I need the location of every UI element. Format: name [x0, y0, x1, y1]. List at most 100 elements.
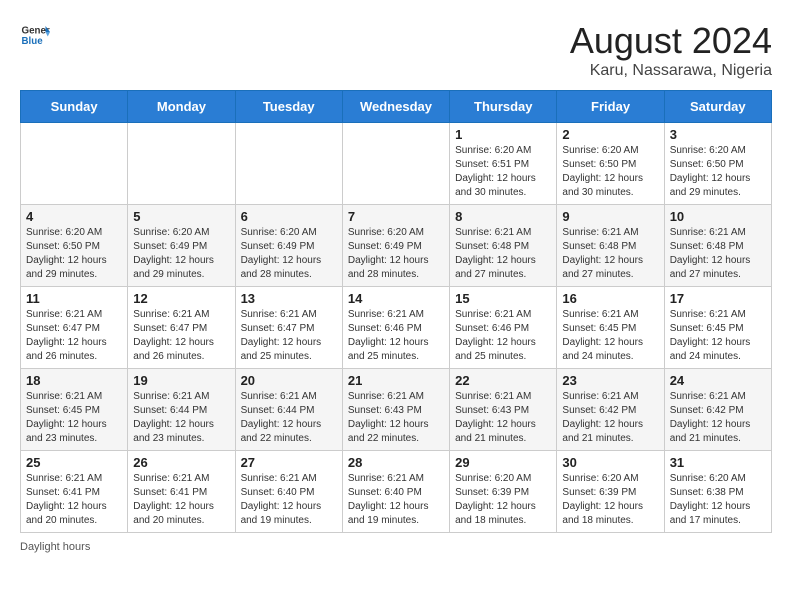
- day-info: Sunrise: 6:21 AM Sunset: 6:43 PM Dayligh…: [348, 390, 444, 446]
- calendar-day-cell: [21, 123, 128, 205]
- calendar-day-cell: 9Sunrise: 6:21 AM Sunset: 6:48 PM Daylig…: [557, 205, 664, 287]
- calendar-day-cell: 31 Sunrise: 6:20 AM Sunset: 6:38 PM Dayli…: [664, 451, 771, 533]
- weekday-header-cell: Friday: [557, 91, 664, 123]
- header: General Blue August 2024 Karu, Nassarawa…: [20, 20, 772, 80]
- footer-note: Daylight hours: [20, 541, 772, 553]
- day-number: 11: [26, 291, 122, 306]
- day-info: Sunrise: 6:21 AM Sunset: 6:47 PM Dayligh…: [241, 308, 337, 364]
- calendar-day-cell: 26 Sunrise: 6:21 AM Sunset: 6:41 PM Dayli…: [128, 451, 235, 533]
- calendar-day-cell: 15 Sunrise: 6:21 AM Sunset: 6:46 PM Dayli…: [450, 287, 557, 369]
- calendar-day-cell: 17 Sunrise: 6:21 AM Sunset: 6:45 PM Dayli…: [664, 287, 771, 369]
- day-info: Sunrise: 6:21 AM Sunset: 6:40 PM Dayligh…: [348, 472, 444, 528]
- day-info: Sunrise: 6:21 AM Sunset: 6:41 PM Dayligh…: [133, 472, 229, 528]
- day-number: 3: [670, 127, 766, 142]
- weekday-header-cell: Thursday: [450, 91, 557, 123]
- calendar-week-row: 4 Sunrise: 6:20 AM Sunset: 6:50 PM Daylig…: [21, 205, 772, 287]
- day-number: 30: [562, 455, 658, 470]
- calendar-day-cell: 8Sunrise: 6:21 AM Sunset: 6:48 PM Daylig…: [450, 205, 557, 287]
- calendar-day-cell: [235, 123, 342, 205]
- day-number: 17: [670, 291, 766, 306]
- day-info: Sunrise: 6:21 AM Sunset: 6:44 PM Dayligh…: [133, 390, 229, 446]
- day-info: Sunrise: 6:21 AM Sunset: 6:45 PM Dayligh…: [562, 308, 658, 364]
- day-number: 28: [348, 455, 444, 470]
- day-number: 18: [26, 373, 122, 388]
- weekday-header: SundayMondayTuesdayWednesdayThursdayFrid…: [21, 91, 772, 123]
- calendar-day-cell: 13Sunrise: 6:21 AM Sunset: 6:47 PM Dayli…: [235, 287, 342, 369]
- calendar-day-cell: 2Sunrise: 6:20 AM Sunset: 6:50 PM Daylig…: [557, 123, 664, 205]
- weekday-header-cell: Wednesday: [342, 91, 449, 123]
- weekday-header-cell: Tuesday: [235, 91, 342, 123]
- day-info: Sunrise: 6:21 AM Sunset: 6:45 PM Dayligh…: [670, 308, 766, 364]
- weekday-header-cell: Saturday: [664, 91, 771, 123]
- day-info: Sunrise: 6:21 AM Sunset: 6:48 PM Dayligh…: [670, 226, 766, 282]
- day-info: Sunrise: 6:20 AM Sunset: 6:50 PM Dayligh…: [562, 144, 658, 200]
- day-number: 5: [133, 209, 229, 224]
- calendar-day-cell: [342, 123, 449, 205]
- day-info: Sunrise: 6:20 AM Sunset: 6:51 PM Dayligh…: [455, 144, 551, 200]
- calendar-day-cell: 1Sunrise: 6:20 AM Sunset: 6:51 PM Daylig…: [450, 123, 557, 205]
- day-number: 7: [348, 209, 444, 224]
- day-number: 14: [348, 291, 444, 306]
- day-info: Sunrise: 6:20 AM Sunset: 6:49 PM Dayligh…: [241, 226, 337, 282]
- day-number: 10: [670, 209, 766, 224]
- day-number: 27: [241, 455, 337, 470]
- title-area: August 2024 Karu, Nassarawa, Nigeria: [570, 20, 772, 80]
- day-number: 25: [26, 455, 122, 470]
- day-info: Sunrise: 6:21 AM Sunset: 6:46 PM Dayligh…: [348, 308, 444, 364]
- logo: General Blue: [20, 20, 50, 50]
- day-info: Sunrise: 6:20 AM Sunset: 6:39 PM Dayligh…: [455, 472, 551, 528]
- calendar-day-cell: 11 Sunrise: 6:21 AM Sunset: 6:47 PM Dayli…: [21, 287, 128, 369]
- day-info: Sunrise: 6:20 AM Sunset: 6:50 PM Dayligh…: [670, 144, 766, 200]
- day-number: 12: [133, 291, 229, 306]
- day-number: 15: [455, 291, 551, 306]
- day-number: 16: [562, 291, 658, 306]
- day-number: 20: [241, 373, 337, 388]
- calendar-day-cell: 14 Sunrise: 6:21 AM Sunset: 6:46 PM Dayli…: [342, 287, 449, 369]
- calendar-day-cell: 28 Sunrise: 6:21 AM Sunset: 6:40 PM Dayli…: [342, 451, 449, 533]
- calendar-day-cell: 25 Sunrise: 6:21 AM Sunset: 6:41 PM Dayli…: [21, 451, 128, 533]
- day-info: Sunrise: 6:21 AM Sunset: 6:47 PM Dayligh…: [26, 308, 122, 364]
- day-number: 29: [455, 455, 551, 470]
- day-number: 26: [133, 455, 229, 470]
- calendar-day-cell: 21Sunrise: 6:21 AM Sunset: 6:43 PM Dayli…: [342, 369, 449, 451]
- calendar-day-cell: [128, 123, 235, 205]
- day-number: 24: [670, 373, 766, 388]
- day-info: Sunrise: 6:21 AM Sunset: 6:42 PM Dayligh…: [670, 390, 766, 446]
- calendar-day-cell: 24 Sunrise: 6:21 AM Sunset: 6:42 PM Dayli…: [664, 369, 771, 451]
- day-info: Sunrise: 6:20 AM Sunset: 6:50 PM Dayligh…: [26, 226, 122, 282]
- calendar-week-row: 25 Sunrise: 6:21 AM Sunset: 6:41 PM Dayli…: [21, 451, 772, 533]
- day-info: Sunrise: 6:21 AM Sunset: 6:45 PM Dayligh…: [26, 390, 122, 446]
- calendar: SundayMondayTuesdayWednesdayThursdayFrid…: [20, 90, 772, 533]
- calendar-day-cell: 4 Sunrise: 6:20 AM Sunset: 6:50 PM Daylig…: [21, 205, 128, 287]
- calendar-day-cell: 7 Sunrise: 6:20 AM Sunset: 6:49 PM Daylig…: [342, 205, 449, 287]
- day-info: Sunrise: 6:21 AM Sunset: 6:41 PM Dayligh…: [26, 472, 122, 528]
- calendar-day-cell: 12 Sunrise: 6:21 AM Sunset: 6:47 PM Dayli…: [128, 287, 235, 369]
- day-info: Sunrise: 6:21 AM Sunset: 6:47 PM Dayligh…: [133, 308, 229, 364]
- subtitle: Karu, Nassarawa, Nigeria: [570, 62, 772, 80]
- day-number: 9: [562, 209, 658, 224]
- day-number: 4: [26, 209, 122, 224]
- day-info: Sunrise: 6:20 AM Sunset: 6:38 PM Dayligh…: [670, 472, 766, 528]
- day-number: 8: [455, 209, 551, 224]
- logo-icon: General Blue: [20, 20, 50, 50]
- day-info: Sunrise: 6:21 AM Sunset: 6:44 PM Dayligh…: [241, 390, 337, 446]
- day-number: 31: [670, 455, 766, 470]
- day-info: Sunrise: 6:21 AM Sunset: 6:46 PM Dayligh…: [455, 308, 551, 364]
- day-number: 19: [133, 373, 229, 388]
- calendar-day-cell: 23Sunrise: 6:21 AM Sunset: 6:42 PM Dayli…: [557, 369, 664, 451]
- calendar-day-cell: 29 Sunrise: 6:20 AM Sunset: 6:39 PM Dayli…: [450, 451, 557, 533]
- calendar-week-row: 11 Sunrise: 6:21 AM Sunset: 6:47 PM Dayli…: [21, 287, 772, 369]
- calendar-day-cell: 16 Sunrise: 6:21 AM Sunset: 6:45 PM Dayli…: [557, 287, 664, 369]
- calendar-day-cell: 19 Sunrise: 6:21 AM Sunset: 6:44 PM Dayli…: [128, 369, 235, 451]
- svg-text:Blue: Blue: [22, 36, 44, 47]
- calendar-day-cell: 20 Sunrise: 6:21 AM Sunset: 6:44 PM Dayli…: [235, 369, 342, 451]
- main-title: August 2024: [570, 20, 772, 62]
- calendar-day-cell: 27Sunrise: 6:21 AM Sunset: 6:40 PM Dayli…: [235, 451, 342, 533]
- day-info: Sunrise: 6:21 AM Sunset: 6:43 PM Dayligh…: [455, 390, 551, 446]
- weekday-header-cell: Monday: [128, 91, 235, 123]
- calendar-day-cell: 3 Sunrise: 6:20 AM Sunset: 6:50 PM Daylig…: [664, 123, 771, 205]
- calendar-week-row: 18 Sunrise: 6:21 AM Sunset: 6:45 PM Dayli…: [21, 369, 772, 451]
- day-info: Sunrise: 6:20 AM Sunset: 6:49 PM Dayligh…: [348, 226, 444, 282]
- day-number: 6: [241, 209, 337, 224]
- calendar-week-row: 1Sunrise: 6:20 AM Sunset: 6:51 PM Daylig…: [21, 123, 772, 205]
